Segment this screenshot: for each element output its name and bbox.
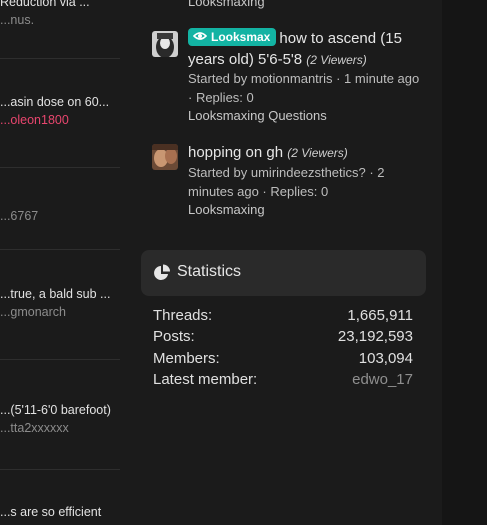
avatar-image xyxy=(152,144,178,170)
list-item-sub[interactable]: ...tta2xxxxxx xyxy=(0,419,120,437)
list-item-title[interactable]: ...true, a bald sub ... xyxy=(0,285,118,303)
eye-icon xyxy=(192,29,208,45)
stat-label: Threads: xyxy=(153,307,213,324)
latest-member-link[interactable]: edwo_17 xyxy=(352,369,413,390)
stat-label: Latest member: xyxy=(153,371,258,388)
list-item[interactable]: Reduction via ... ...nus. xyxy=(0,0,120,29)
thread-meta: Started by motionmantris · 1 minute ago … xyxy=(188,71,420,105)
list-item[interactable]: ...6767 xyxy=(0,207,120,225)
divider xyxy=(0,58,120,59)
stat-value: 1,665,911 xyxy=(347,307,413,324)
stat-value: 23,192,593 xyxy=(337,328,413,345)
prefix-badge[interactable]: Looksmax xyxy=(188,28,277,46)
list-item-sub[interactable]: ...nus. xyxy=(0,11,120,29)
list-item-title[interactable]: Reduction via ... xyxy=(0,0,118,11)
viewers-count: (2 Viewers) xyxy=(287,146,348,160)
list-item-sub[interactable]: ...gmonarch xyxy=(0,303,120,321)
divider xyxy=(0,167,120,168)
stat-row-latest-member: Latest member: edwo_17 xyxy=(153,369,413,390)
right-panel-edge xyxy=(442,0,487,525)
divider xyxy=(0,359,120,360)
thread-meta: Started by umirindeezsthetics? · 2 minut… xyxy=(188,165,385,199)
stat-value: 103,094 xyxy=(358,350,413,367)
avatar[interactable] xyxy=(152,31,178,57)
viewers-count: (2 Viewers) xyxy=(306,53,367,67)
list-item-sub[interactable]: ...oleon1800 xyxy=(0,111,120,129)
avatar[interactable] xyxy=(152,144,178,170)
thread-forum-link[interactable]: Looksmaxing xyxy=(188,201,420,220)
list-item[interactable]: ...s are so efficient xyxy=(0,503,120,521)
thread-forum-link[interactable]: Looksmaxing Questions xyxy=(188,107,420,126)
thread-forum-link[interactable]: Looksmaxing xyxy=(188,0,420,12)
list-item[interactable]: ...(5'11-6'0 barefoot) ...tta2xxxxxx xyxy=(0,401,120,437)
list-item[interactable]: ...asin dose on 60... ...oleon1800 xyxy=(0,93,120,129)
stat-row-posts: Posts: 23,192,593 xyxy=(153,326,413,347)
divider xyxy=(0,249,120,250)
page: Reduction via ... ...nus. ...asin dose o… xyxy=(0,0,487,525)
statistics-title: Statistics xyxy=(177,263,242,280)
list-item-title[interactable]: ...asin dose on 60... xyxy=(0,93,118,111)
left-thread-list: Reduction via ... ...nus. ...asin dose o… xyxy=(0,0,120,525)
stat-label: Members: xyxy=(153,350,220,367)
prefix-badge-label: Looksmax xyxy=(211,30,271,44)
list-item[interactable]: ...true, a bald sub ... ...gmonarch xyxy=(0,285,120,321)
stat-label: Posts: xyxy=(153,328,195,345)
divider xyxy=(0,469,120,470)
stat-row-threads: Threads: 1,665,911 xyxy=(153,305,413,326)
stat-row-members: Members: 103,094 xyxy=(153,348,413,369)
list-item-sub[interactable]: ...6767 xyxy=(0,207,120,225)
thread-title[interactable]: hopping on gh xyxy=(188,144,283,161)
list-item-title[interactable]: ...(5'11-6'0 barefoot) xyxy=(0,401,118,419)
avatar-image xyxy=(152,31,178,57)
statistics-header[interactable]: Statistics xyxy=(141,250,426,296)
list-item-title[interactable]: ...s are so efficient xyxy=(0,503,118,521)
pie-chart-icon xyxy=(153,264,171,282)
